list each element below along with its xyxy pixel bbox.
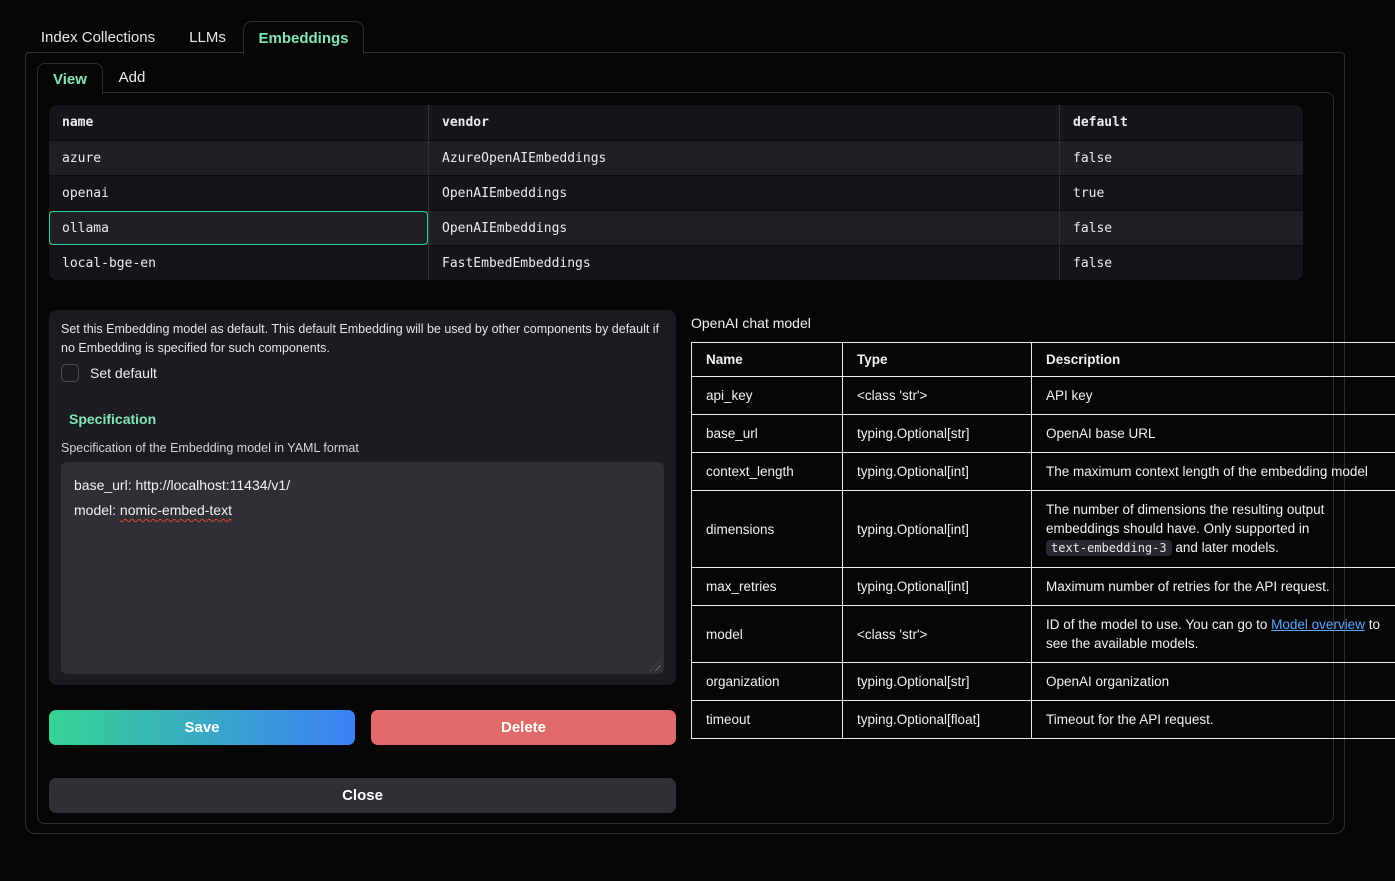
- param-type: <class 'str'>: [843, 606, 1032, 663]
- save-button[interactable]: Save: [49, 710, 355, 745]
- description-text: and later models.: [1172, 540, 1279, 555]
- table-row-ollama-selected[interactable]: ollama OpenAIEmbeddings false: [49, 210, 1303, 245]
- param-type: typing.Optional[int]: [843, 453, 1032, 491]
- cell-default[interactable]: false: [1059, 245, 1303, 280]
- param-name: api_key: [692, 377, 843, 415]
- specification-caption: Specification of the Embedding model in …: [61, 441, 359, 455]
- param-description: OpenAI base URL: [1032, 415, 1395, 453]
- spec-table-title: OpenAI chat model: [691, 315, 811, 331]
- delete-button[interactable]: Delete: [371, 710, 676, 745]
- param-description: Maximum number of retries for the API re…: [1032, 568, 1395, 606]
- param-type: typing.Optional[int]: [843, 491, 1032, 568]
- param-description: The maximum context length of the embedd…: [1032, 453, 1395, 491]
- param-type: typing.Optional[str]: [843, 415, 1032, 453]
- set-default-label: Set default: [90, 365, 157, 381]
- set-default-checkbox[interactable]: [61, 364, 79, 382]
- header-type: Type: [843, 343, 1032, 377]
- parameters-table-header: Name Type Description: [692, 343, 1395, 377]
- set-default-hint: Set this Embedding model as default. Thi…: [61, 320, 661, 358]
- param-row-organization: organization typing.Optional[str] OpenAI…: [692, 663, 1395, 701]
- column-header-default: default: [1059, 105, 1303, 140]
- tab-view[interactable]: View: [37, 63, 103, 94]
- tab-llms[interactable]: LLMs: [178, 22, 237, 52]
- param-name: context_length: [692, 453, 843, 491]
- yaml-line-1: base_url: http://localhost:11434/v1/: [74, 473, 651, 498]
- yaml-line-2: model: nomic-embed-text: [74, 498, 651, 523]
- specification-heading: Specification: [69, 411, 156, 427]
- param-row-base-url: base_url typing.Optional[str] OpenAI bas…: [692, 415, 1395, 453]
- param-type: typing.Optional[str]: [843, 663, 1032, 701]
- description-text: ID of the model to use. You can go to: [1046, 617, 1271, 632]
- param-row-max-retries: max_retries typing.Optional[int] Maximum…: [692, 568, 1395, 606]
- default-settings-panel: Set this Embedding model as default. Thi…: [49, 310, 676, 685]
- resize-grip-icon[interactable]: [650, 660, 661, 671]
- tab-embeddings[interactable]: Embeddings: [243, 21, 364, 54]
- parameters-table: Name Type Description api_key <class 'st…: [691, 342, 1395, 739]
- param-description: OpenAI organization: [1032, 663, 1395, 701]
- param-name: timeout: [692, 701, 843, 739]
- param-name: max_retries: [692, 568, 843, 606]
- cell-default[interactable]: false: [1059, 210, 1303, 245]
- cell-name[interactable]: azure: [49, 140, 428, 175]
- cell-vendor[interactable]: FastEmbedEmbeddings: [428, 245, 1059, 280]
- table-row-openai[interactable]: openai OpenAIEmbeddings true: [49, 175, 1303, 210]
- param-name: organization: [692, 663, 843, 701]
- spec-yaml-editor[interactable]: base_url: http://localhost:11434/v1/ mod…: [61, 462, 664, 674]
- param-row-timeout: timeout typing.Optional[float] Timeout f…: [692, 701, 1395, 739]
- param-row-model: model <class 'str'> ID of the model to u…: [692, 606, 1395, 663]
- yaml-line-2-key: model:: [74, 502, 120, 518]
- app-page: Index Collections LLMs Embeddings View A…: [0, 0, 1395, 881]
- table-row-azure[interactable]: azure AzureOpenAIEmbeddings false: [49, 140, 1303, 175]
- param-name: dimensions: [692, 491, 843, 568]
- tab-index-collections[interactable]: Index Collections: [25, 22, 171, 52]
- cell-name-selected[interactable]: ollama: [49, 210, 428, 245]
- param-name: model: [692, 606, 843, 663]
- cell-default[interactable]: true: [1059, 175, 1303, 210]
- tab-add[interactable]: Add: [103, 63, 161, 92]
- param-name: base_url: [692, 415, 843, 453]
- param-row-api-key: api_key <class 'str'> API key: [692, 377, 1395, 415]
- cell-vendor[interactable]: OpenAIEmbeddings: [428, 175, 1059, 210]
- description-text: The number of dimensions the resulting o…: [1046, 502, 1324, 536]
- embeddings-table-header: name vendor default: [49, 105, 1303, 140]
- param-type: typing.Optional[int]: [843, 568, 1032, 606]
- column-header-name: name: [49, 105, 428, 140]
- param-row-context-length: context_length typing.Optional[int] The …: [692, 453, 1395, 491]
- param-description: Timeout for the API request.: [1032, 701, 1395, 739]
- cell-vendor[interactable]: AzureOpenAIEmbeddings: [428, 140, 1059, 175]
- yaml-line-2-value: nomic-embed-text: [120, 502, 232, 518]
- model-overview-link[interactable]: Model overview: [1271, 617, 1365, 632]
- header-description: Description: [1032, 343, 1395, 377]
- close-button[interactable]: Close: [49, 778, 676, 813]
- cell-name[interactable]: openai: [49, 175, 428, 210]
- header-name: Name: [692, 343, 843, 377]
- param-type: <class 'str'>: [843, 377, 1032, 415]
- table-row-local-bge-en[interactable]: local-bge-en FastEmbedEmbeddings false: [49, 245, 1303, 280]
- param-type: typing.Optional[float]: [843, 701, 1032, 739]
- param-description: The number of dimensions the resulting o…: [1032, 491, 1395, 568]
- param-description: ID of the model to use. You can go to Mo…: [1032, 606, 1395, 663]
- set-default-row[interactable]: Set default: [61, 364, 157, 382]
- cell-default[interactable]: false: [1059, 140, 1303, 175]
- column-header-vendor: vendor: [428, 105, 1059, 140]
- embeddings-table: name vendor default azure AzureOpenAIEmb…: [49, 105, 1303, 280]
- cell-vendor[interactable]: OpenAIEmbeddings: [428, 210, 1059, 245]
- cell-name[interactable]: local-bge-en: [49, 245, 428, 280]
- param-row-dimensions: dimensions typing.Optional[int] The numb…: [692, 491, 1395, 568]
- inline-code-chip: text-embedding-3: [1046, 540, 1172, 556]
- param-description: API key: [1032, 377, 1395, 415]
